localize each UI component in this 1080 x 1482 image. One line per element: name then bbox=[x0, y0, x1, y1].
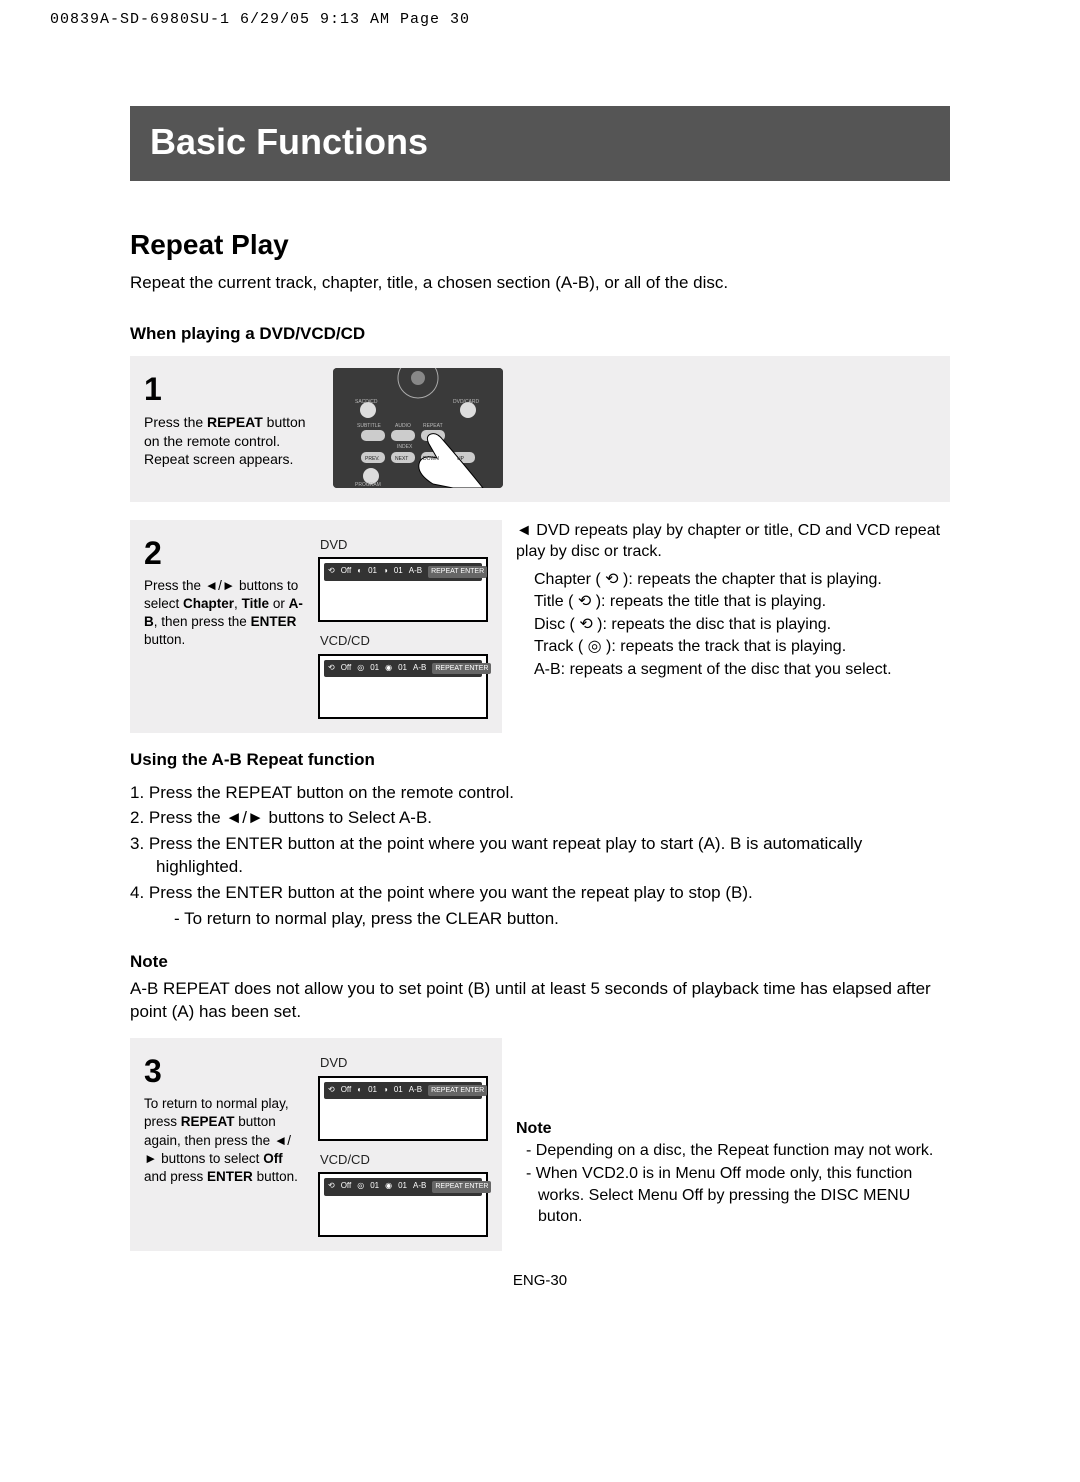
svg-text:REPEAT: REPEAT bbox=[423, 423, 443, 429]
chapter-icon: ◐ bbox=[357, 566, 362, 577]
remote-control-illustration: SACD/CD DVD/CARD SUBTITLE AUDIO REPEAT I… bbox=[333, 368, 503, 488]
left-right-arrow-icon: ◄/► bbox=[205, 578, 235, 593]
ab-repeat-head: Using the A-B Repeat function bbox=[130, 749, 950, 772]
step-3-number: 3 bbox=[144, 1050, 304, 1093]
track-icon: ◎ bbox=[357, 1181, 364, 1192]
svg-text:PREV.: PREV. bbox=[365, 456, 380, 462]
repeat-icon: ⟲ bbox=[328, 1085, 335, 1096]
note-body-1: A-B REPEAT does not allow you to set poi… bbox=[130, 978, 950, 1024]
osd-screen-vcd-3: ⟲ Off ◎ 01 ◉ 01 A-B REPEAT ENTER bbox=[318, 1172, 488, 1237]
osd-screen-dvd-3: ⟲ Off ◐ 01 ◑ 01 A-B REPEAT ENTER bbox=[318, 1076, 488, 1141]
osd-label-vcd-3: VCD/CD bbox=[320, 1151, 488, 1169]
print-slug: 00839A-SD-6980SU-1 6/29/05 9:13 AM Page … bbox=[0, 0, 1080, 36]
title-icon: ◑ bbox=[383, 566, 388, 577]
explain-item: A-B: repeats a segment of the disc that … bbox=[516, 659, 950, 681]
step-3-row: 3 To return to normal play, press REPEAT… bbox=[130, 1038, 950, 1251]
svg-text:DOWN: DOWN bbox=[423, 456, 439, 462]
section-description: Repeat the current track, chapter, title… bbox=[130, 272, 950, 295]
explain-item: Title ( ⟲ ): repeats the title that is p… bbox=[516, 591, 950, 613]
explain-item: Disc ( ⟲ ): repeats the disc that is pla… bbox=[516, 614, 950, 636]
svg-text:NEXT: NEXT bbox=[395, 456, 408, 462]
note-head-2: Note bbox=[516, 1118, 950, 1140]
track-icon: ◎ bbox=[357, 663, 364, 674]
ab-step: 3. Press the ENTER button at the point w… bbox=[130, 833, 950, 879]
ab-substep: - To return to normal play, press the CL… bbox=[130, 908, 950, 931]
repeat-icon: ⟲ bbox=[328, 1181, 335, 1192]
explain-block: ◄ DVD repeats play by chapter or title, … bbox=[516, 520, 950, 682]
step-2-text: Press the ◄/► buttons to select Chapter,… bbox=[144, 577, 304, 650]
ab-step: 2. Press the ◄/► buttons to Select A-B. bbox=[130, 807, 950, 830]
repeat-icon: ⟲ bbox=[328, 663, 335, 674]
svg-text:UP: UP bbox=[457, 456, 465, 462]
step-1-number: 1 bbox=[144, 368, 319, 411]
chapter-title-bar: Basic Functions bbox=[130, 106, 950, 181]
ab-step: 1. Press the REPEAT button on the remote… bbox=[130, 782, 950, 805]
osd-label-dvd: DVD bbox=[320, 536, 488, 554]
svg-text:SACD/CD: SACD/CD bbox=[355, 399, 378, 405]
osd-label-vcd: VCD/CD bbox=[320, 632, 488, 650]
svg-text:SUBTITLE: SUBTITLE bbox=[357, 423, 382, 429]
ab-step: 4. Press the ENTER button at the point w… bbox=[130, 882, 950, 905]
step-2-number: 2 bbox=[144, 532, 304, 575]
osd-label-dvd-3: DVD bbox=[320, 1054, 488, 1072]
step-2-row: 2 Press the ◄/► buttons to select Chapte… bbox=[130, 520, 950, 733]
note2-item: - When VCD2.0 is in Menu Off mode only, … bbox=[516, 1163, 950, 1228]
step-1-text: Press the REPEAT button on the remote co… bbox=[144, 413, 319, 470]
svg-text:PROGRAM: PROGRAM bbox=[355, 482, 381, 488]
osd-screen-dvd: ⟲ Off ◐ 01 ◑ 01 A-B REPEAT ENTER bbox=[318, 557, 488, 622]
left-arrow-icon: ◄ bbox=[516, 522, 532, 539]
note2-item: - Depending on a disc, the Repeat functi… bbox=[516, 1140, 950, 1162]
subhead-playing: When playing a DVD/VCD/CD bbox=[130, 323, 950, 346]
step-1-box: 1 Press the REPEAT button on the remote … bbox=[130, 356, 950, 502]
section-title: Repeat Play bbox=[130, 226, 950, 264]
chapter-icon: ◐ bbox=[357, 1085, 362, 1096]
svg-text:INDEX: INDEX bbox=[397, 444, 413, 450]
explain-item: Chapter ( ⟲ ): repeats the chapter that … bbox=[516, 569, 950, 591]
step-3-text: To return to normal play, press REPEAT b… bbox=[144, 1095, 304, 1186]
explain-item: Track ( ◎ ): repeats the track that is p… bbox=[516, 636, 950, 658]
svg-text:DVD/CARD: DVD/CARD bbox=[453, 399, 480, 405]
note-head-1: Note bbox=[130, 951, 950, 974]
disc-icon: ◉ bbox=[385, 663, 392, 674]
title-icon: ◑ bbox=[383, 1085, 388, 1096]
ab-repeat-list: 1. Press the REPEAT button on the remote… bbox=[130, 782, 950, 932]
disc-icon: ◉ bbox=[385, 1181, 392, 1192]
note-2-block: Note - Depending on a disc, the Repeat f… bbox=[516, 1038, 950, 1230]
osd-screen-vcd: ⟲ Off ◎ 01 ◉ 01 A-B REPEAT ENTER bbox=[318, 654, 488, 719]
page-number: ENG-30 bbox=[130, 1271, 950, 1291]
svg-text:AUDIO: AUDIO bbox=[395, 423, 411, 429]
repeat-icon: ⟲ bbox=[328, 566, 335, 577]
